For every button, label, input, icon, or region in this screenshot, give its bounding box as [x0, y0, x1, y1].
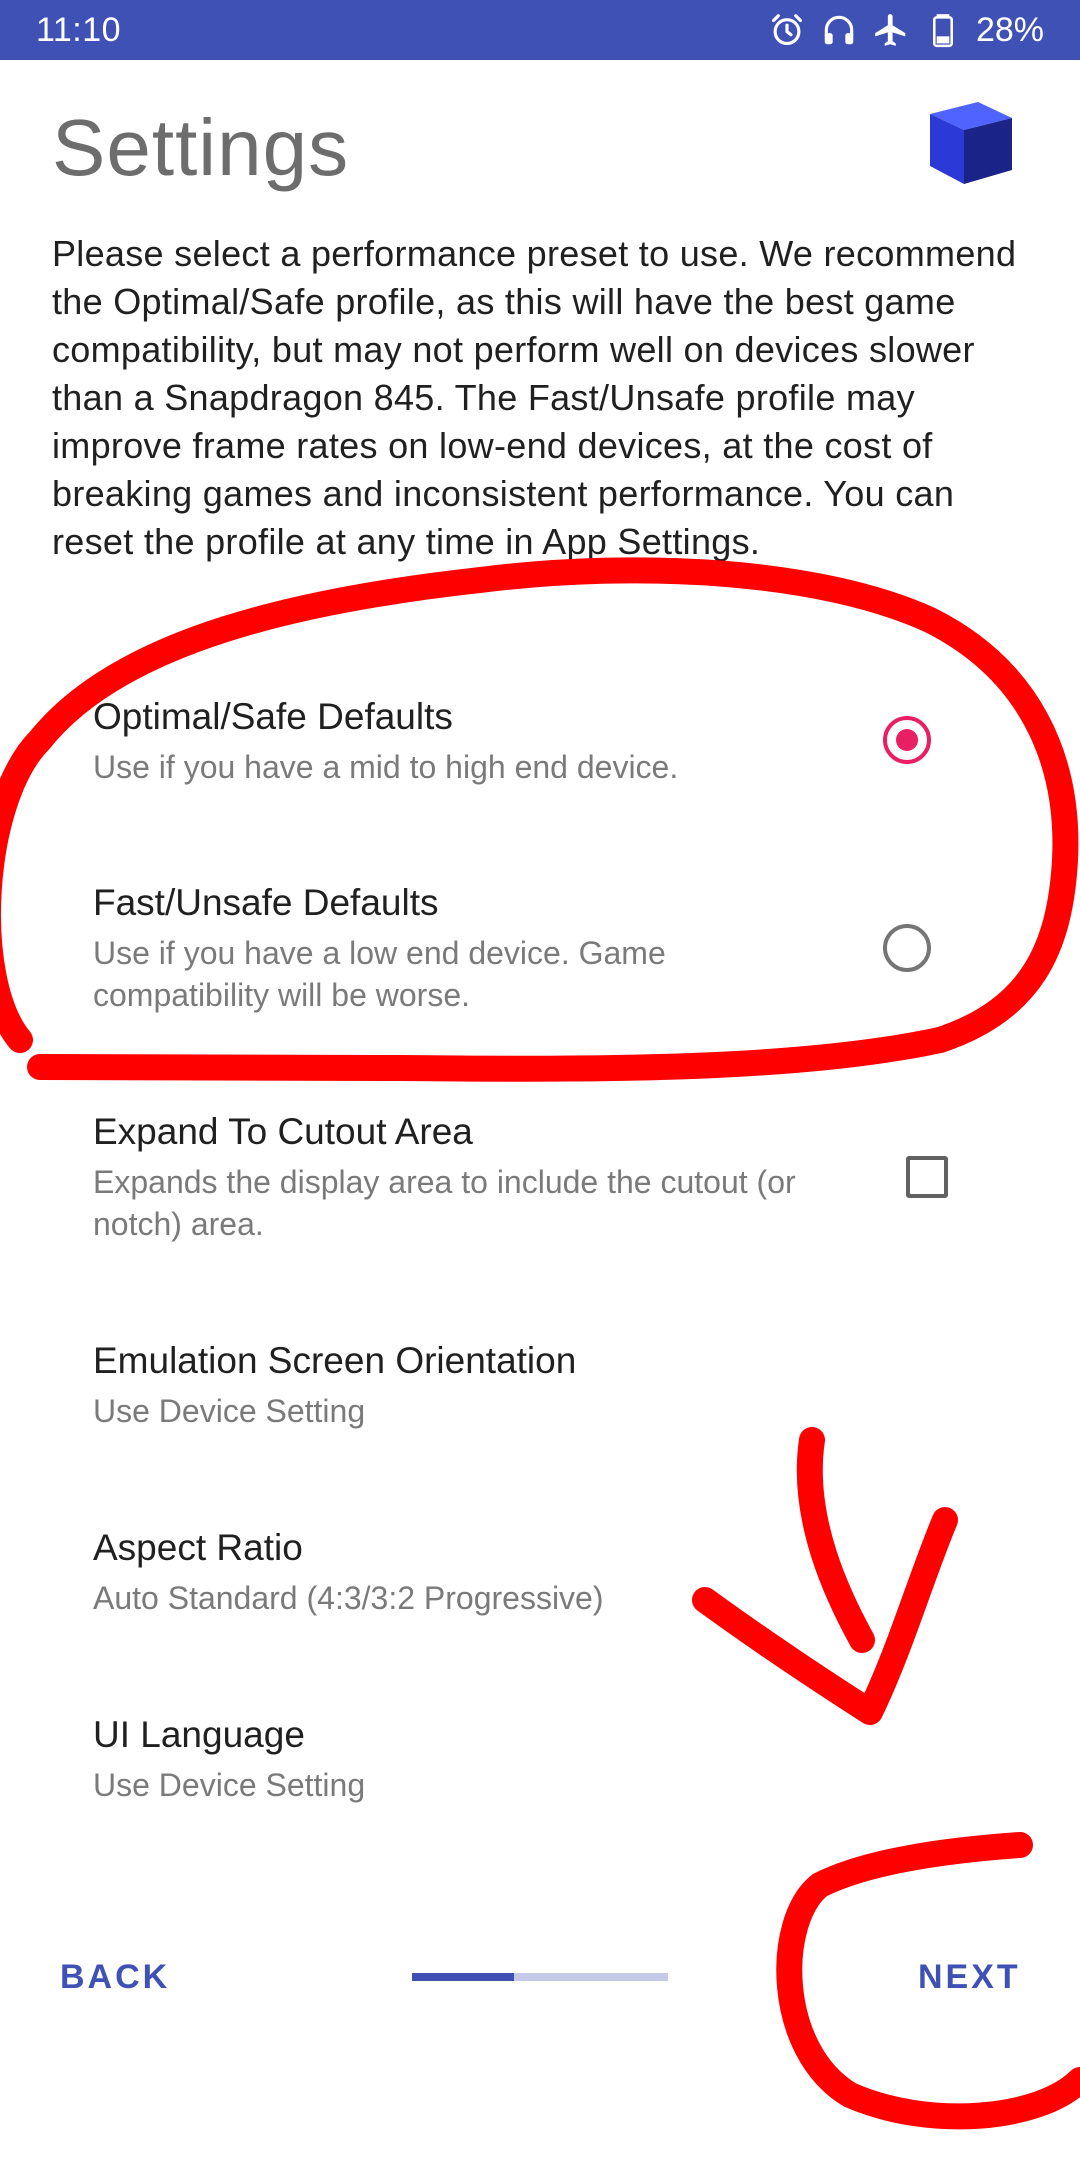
airplane-icon: [875, 14, 906, 46]
intro-description: Please select a performance preset to us…: [52, 233, 1017, 562]
headset-icon: [824, 15, 854, 45]
status-icons: 28%: [768, 11, 1044, 50]
status-bar: 11:10 28%: [0, 0, 1080, 60]
battery-icon: [932, 14, 953, 48]
optimal-safe-radio[interactable]: [883, 716, 931, 764]
setting-title: Fast/Unsafe Defaults: [93, 882, 439, 923]
setting-ui-language[interactable]: UI Language Use Device Setting: [0, 1710, 1080, 1806]
back-button[interactable]: BACK: [60, 1958, 170, 1997]
alarm-icon: [771, 14, 802, 46]
battery-percentage: 28%: [975, 10, 1044, 49]
cube-logo: [930, 102, 1012, 184]
setting-subtitle: Use Device Setting: [93, 1393, 366, 1429]
next-button[interactable]: NEXT: [918, 1958, 1021, 1997]
expand-cutout-checkbox[interactable]: [906, 1156, 948, 1198]
setting-title: Expand To Cutout Area: [93, 1111, 473, 1152]
page-title: Settings: [52, 103, 350, 192]
setting-aspect-ratio[interactable]: Aspect Ratio Auto Standard (4:3/3:2 Prog…: [0, 1523, 1080, 1619]
fast-unsafe-radio[interactable]: [883, 924, 931, 972]
setting-title: Aspect Ratio: [93, 1527, 303, 1568]
setting-screen-orientation[interactable]: Emulation Screen Orientation Use Device …: [0, 1336, 1080, 1432]
status-time: 11:10: [36, 10, 122, 49]
setting-subtitle: Use Device Setting: [93, 1767, 366, 1803]
setting-title: Emulation Screen Orientation: [93, 1340, 577, 1381]
setup-progress-bar: [412, 1973, 668, 1981]
setting-title: Optimal/Safe Defaults: [93, 696, 453, 737]
setting-subtitle: Expands the display area to include the …: [93, 1164, 796, 1242]
setting-subtitle: Use if you have a low end device. Game c…: [93, 935, 666, 1013]
setting-subtitle: Auto Standard (4:3/3:2 Progressive): [93, 1580, 604, 1616]
setting-title: UI Language: [93, 1714, 305, 1755]
setting-subtitle: Use if you have a mid to high end device…: [93, 749, 679, 785]
setup-progress-fill: [412, 1973, 515, 1981]
